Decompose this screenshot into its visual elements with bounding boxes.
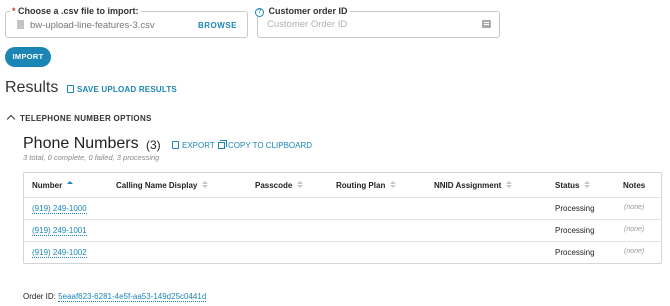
results-heading: Results (5, 79, 59, 96)
sort-icon (390, 181, 397, 188)
save-upload-results-button[interactable]: SAVE UPLOAD RESULTS (67, 85, 177, 94)
chevron-up-icon (6, 114, 16, 124)
notes-cell: (none) (624, 204, 645, 211)
column-header-number[interactable]: Number (32, 181, 74, 190)
copy-icon (218, 142, 225, 149)
column-header-label: Status (555, 181, 580, 190)
column-header-status[interactable]: Status (555, 181, 591, 190)
customer-order-id-legend: ? Customer order ID (253, 6, 350, 17)
order-id-label: Order ID: (23, 292, 56, 301)
column-header-label: Number (32, 181, 63, 190)
export-icon (172, 141, 179, 149)
id-card-icon (482, 20, 491, 28)
table-row: (919) 249-1002 Processing (none) (24, 241, 661, 263)
export-button[interactable]: EXPORT (172, 141, 215, 150)
table-row: (919) 249-1001 Processing (none) (24, 219, 661, 241)
sort-icon (584, 181, 591, 188)
export-label: EXPORT (182, 141, 215, 150)
required-marker: * (12, 6, 16, 16)
save-upload-results-label: SAVE UPLOAD RESULTS (77, 85, 177, 94)
column-header-label: Passcode (255, 181, 293, 190)
copy-to-clipboard-button[interactable]: COPY TO CLIPBOARD (218, 141, 312, 150)
status-cell: Processing (555, 204, 595, 213)
status-cell: Processing (555, 248, 595, 257)
column-header-nnid-assignment[interactable]: NNID Assignment (434, 181, 513, 190)
file-name: bw-upload-line-features-3.csv (30, 20, 155, 31)
notes-cell: (none) (624, 226, 645, 233)
telephone-number-options-label: TELEPHONE NUMBER OPTIONS (20, 114, 152, 123)
phone-numbers-count: (3) (146, 138, 161, 152)
table-row: (919) 249-1000 Processing (none) (24, 197, 661, 219)
order-id-link[interactable]: 5eaaf623-6281-4e5f-aa53-149d25c0441d (58, 292, 207, 302)
document-icon (67, 85, 74, 93)
customer-order-id-input[interactable] (267, 19, 467, 30)
notes-cell: (none) (624, 248, 645, 255)
column-header-notes: Notes (623, 181, 645, 190)
column-header-label: Calling Name Display (116, 181, 198, 190)
customer-order-id-label: Customer order ID (268, 6, 348, 16)
phone-numbers-table: Number Calling Name Display Passcode Rou… (23, 172, 662, 264)
file-upload-label: Choose a .csv file to import: (18, 6, 139, 16)
column-header-label: Notes (623, 181, 646, 190)
browse-button[interactable]: BROWSE (198, 21, 237, 30)
sort-icon (202, 181, 209, 188)
telephone-number-options-toggle[interactable]: TELEPHONE NUMBER OPTIONS (6, 114, 152, 124)
phone-numbers-heading: Phone Numbers (23, 135, 139, 152)
file-upload-legend: * Choose a .csv file to import: (10, 6, 141, 16)
phone-number-link[interactable]: (919) 249-1000 (32, 204, 87, 214)
order-id-line: Order ID: 5eaaf623-6281-4e5f-aa53-149d25… (23, 292, 207, 302)
phone-numbers-summary: 3 total, 0 complete, 0 failed, 3 process… (23, 153, 160, 162)
copy-to-clipboard-label: COPY TO CLIPBOARD (228, 141, 313, 150)
phone-number-link[interactable]: (919) 249-1002 (32, 248, 87, 258)
column-header-routing-plan[interactable]: Routing Plan (336, 181, 397, 190)
sort-icon (506, 181, 513, 188)
column-header-label: Routing Plan (336, 181, 386, 190)
import-button[interactable]: IMPORT (5, 47, 51, 67)
status-cell: Processing (555, 226, 595, 235)
column-header-passcode[interactable]: Passcode (255, 181, 304, 190)
sort-ascending-icon (67, 181, 74, 188)
phone-number-link[interactable]: (919) 249-1001 (32, 226, 87, 236)
file-icon (17, 20, 24, 29)
column-header-label: NNID Assignment (434, 181, 502, 190)
help-icon[interactable]: ? (255, 8, 264, 17)
sort-icon (297, 181, 304, 188)
column-header-calling-name-display[interactable]: Calling Name Display (116, 181, 209, 190)
